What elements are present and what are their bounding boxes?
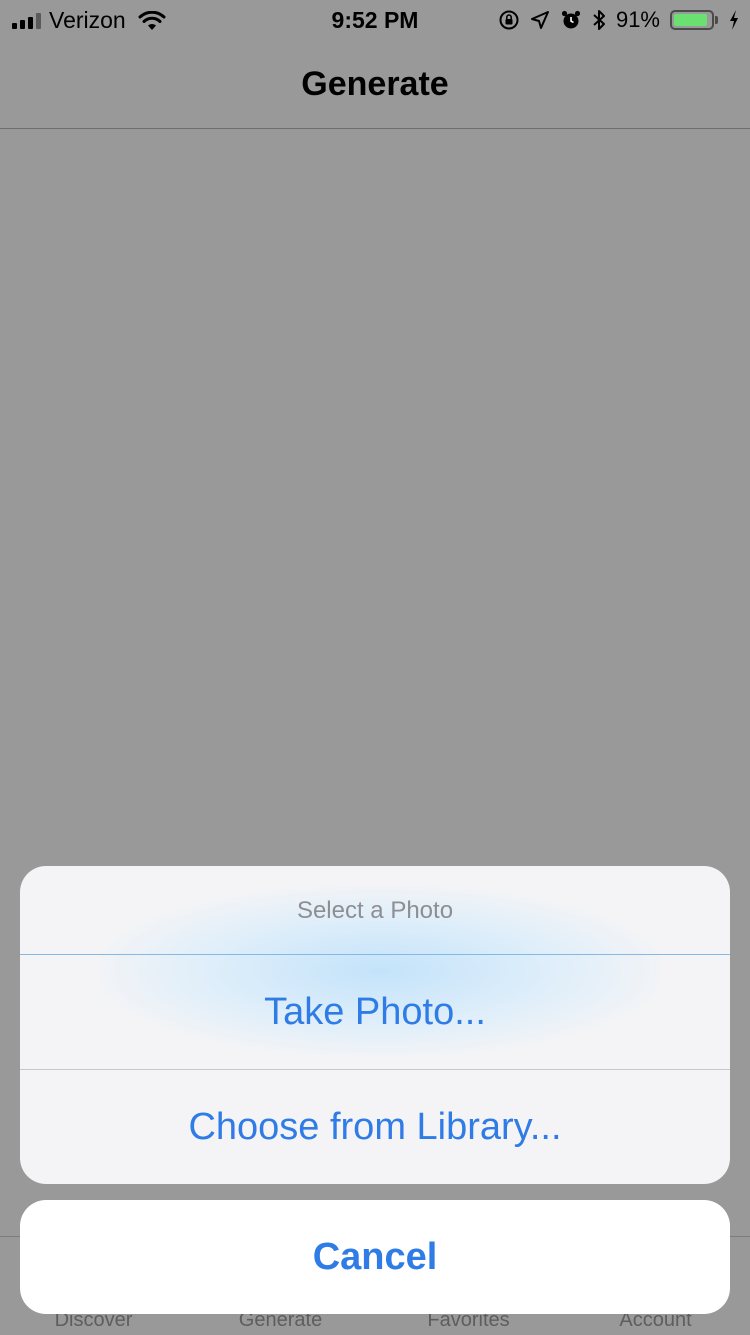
- navigation-bar: Generate: [0, 40, 750, 129]
- battery-nub: [715, 16, 718, 24]
- charging-icon: [730, 10, 738, 30]
- orientation-lock-icon: [499, 10, 519, 30]
- status-right: 91%: [498, 7, 740, 33]
- choose-from-library-button[interactable]: Choose from Library...: [20, 1070, 730, 1184]
- battery-fill: [674, 14, 707, 26]
- take-photo-button[interactable]: Take Photo...: [20, 955, 730, 1069]
- battery-icon: [670, 10, 714, 30]
- location-icon: [530, 11, 549, 29]
- status-bar: Verizon 9:52 PM 91%: [0, 0, 750, 40]
- battery-percent: 91%: [615, 7, 660, 32]
- action-sheet: Select a Photo Take Photo... Choose from…: [20, 866, 730, 1184]
- action-sheet-title: Select a Photo: [296, 897, 454, 924]
- page-title: Generate: [301, 65, 449, 103]
- bluetooth-icon: [593, 10, 605, 30]
- alarm-icon: [561, 10, 581, 29]
- cancel-button[interactable]: Cancel: [20, 1200, 730, 1314]
